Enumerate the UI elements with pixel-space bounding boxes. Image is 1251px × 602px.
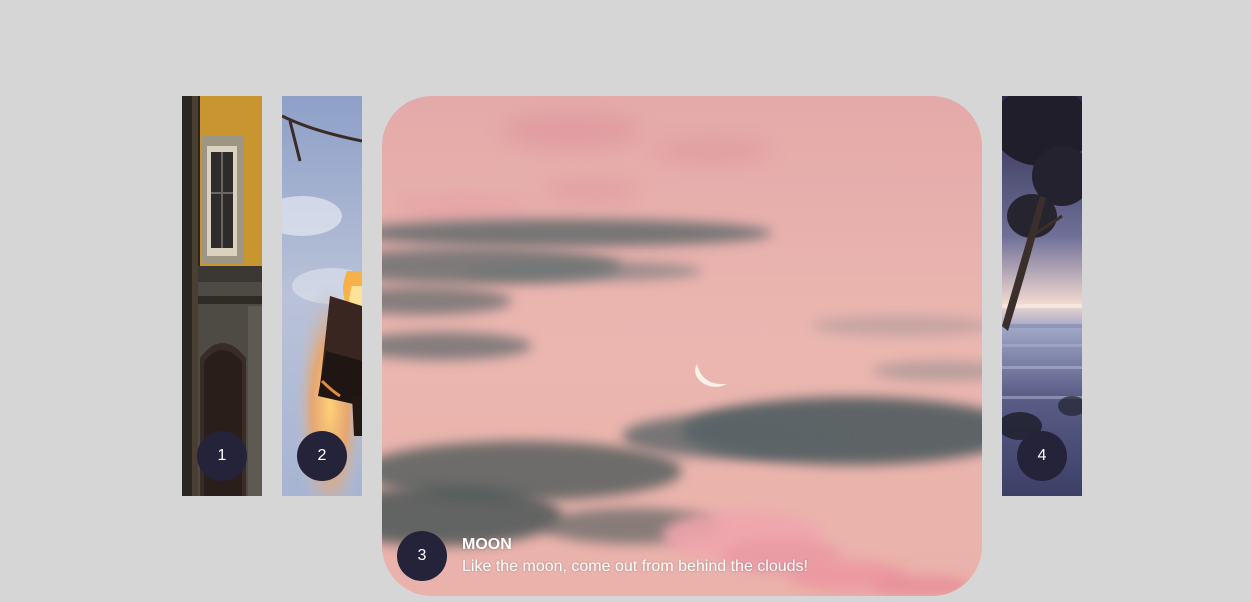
- gallery-panel-2[interactable]: 2: [282, 96, 362, 496]
- crescent-moon-sky-image: [382, 96, 982, 596]
- panel-number-badge: 3: [397, 531, 447, 581]
- gallery-panel-4[interactable]: 4: [1002, 96, 1082, 496]
- gallery-panel-3-active: 3 Moon Like the moon, come out from behi…: [382, 96, 982, 596]
- panel-number-badge: 1: [197, 431, 247, 481]
- panel-title: Moon: [462, 536, 512, 553]
- panel-description: Like the moon, come out from behind the …: [462, 558, 808, 575]
- expanding-cards-gallery: 1 2 3 MOON Like the moon, come out from …: [0, 0, 1251, 602]
- panel-number-badge: 2: [297, 431, 347, 481]
- panel-caption: Moon Like the moon, come out from behind…: [462, 535, 808, 579]
- panel-number-badge: 4: [1017, 431, 1067, 481]
- gallery-panel-1[interactable]: 1: [182, 96, 262, 496]
